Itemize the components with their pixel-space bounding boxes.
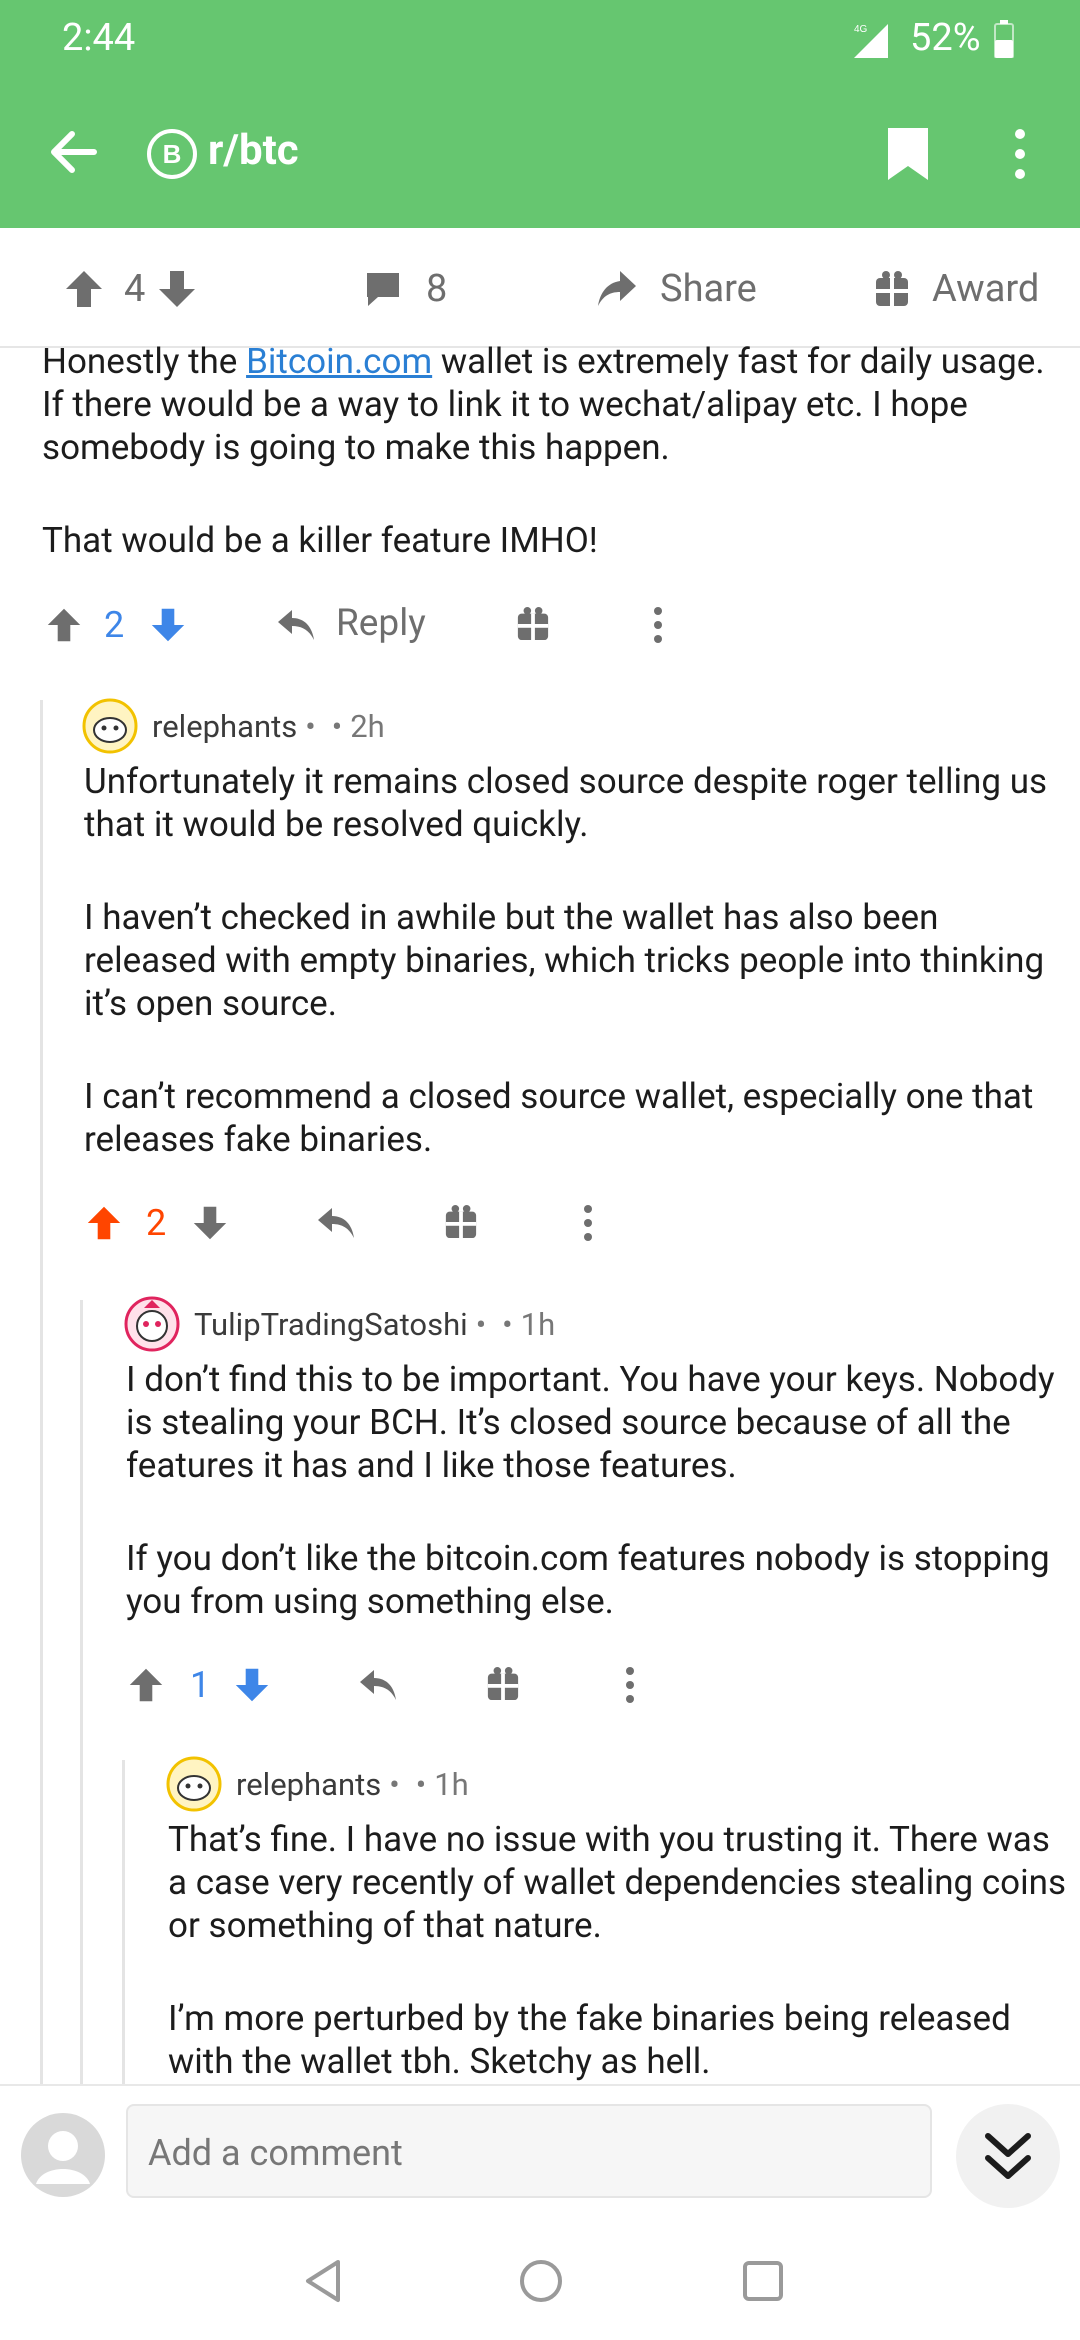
share-label: Share <box>660 267 757 311</box>
bitcoin-com-link[interactable]: Bitcoin.com <box>246 341 432 382</box>
separator-dot: • <box>502 1305 513 1343</box>
status-bar: 2:44 4G 52% <box>0 0 1080 80</box>
reply-icon[interactable] <box>358 1666 398 1704</box>
gift-icon[interactable] <box>516 606 550 642</box>
comment-time: 1h <box>434 1765 469 1803</box>
downvote-icon[interactable] <box>192 1204 228 1242</box>
chevron-double-down-icon <box>985 2133 1031 2179</box>
comment-body: Honestly the Bitcoin.com wallet is extre… <box>42 340 1062 612</box>
add-comment-input[interactable]: Add a comment <box>126 2104 932 2198</box>
comment-body: Unfortunately it remains closed source d… <box>84 760 1064 1211</box>
bookmark-icon[interactable] <box>884 126 932 182</box>
nav-back-icon[interactable] <box>298 2256 348 2306</box>
overflow-menu-icon[interactable] <box>1010 126 1030 182</box>
svg-text:B: B <box>163 139 182 169</box>
nav-home-icon[interactable] <box>516 2256 566 2306</box>
post-action-bar: 4 8 Share Award <box>0 228 1080 348</box>
vote-count: 2 <box>146 1202 167 1244</box>
comment-paragraph: Unfortunately it remains closed source d… <box>84 761 1048 845</box>
bitcoin-icon[interactable]: B <box>146 128 198 180</box>
comment-time: 2h <box>350 707 385 745</box>
share-icon <box>598 271 636 306</box>
comment-body: That’s fine. I have no issue with you tr… <box>168 1818 1068 2084</box>
award-button[interactable]: Award <box>874 264 1039 314</box>
battery-percent: 52% <box>910 16 981 60</box>
overflow-menu-icon[interactable] <box>624 1666 636 1704</box>
comment-paragraph: Honestly the Bitcoin.com wallet is extre… <box>42 341 1045 468</box>
share-button[interactable]: Share <box>596 264 757 314</box>
subreddit-title[interactable]: r/btc <box>208 126 299 175</box>
downvote-icon[interactable] <box>157 269 197 309</box>
reply-icon[interactable] <box>276 606 316 644</box>
comment-actions: 1 <box>0 1658 1080 1714</box>
comment-paragraph: I don’t find this to be important. You h… <box>126 1359 1055 1486</box>
comment-paragraph: I can’t recommend a closed source wallet… <box>84 1076 1034 1160</box>
separator-dot: • <box>331 707 343 745</box>
comment-meta: relephants • • 2h <box>82 698 385 754</box>
signal-icon: 4G <box>854 24 888 58</box>
comment-author[interactable]: TulipTradingSatoshi <box>194 1306 468 1343</box>
vote-count: 2 <box>104 604 125 646</box>
post-vote-group: 4 <box>64 264 197 314</box>
comment-author[interactable]: relephants <box>152 708 297 745</box>
thread-line <box>122 1760 125 2084</box>
battery-icon <box>994 20 1014 58</box>
vote-count: 1 <box>190 1664 211 1706</box>
separator-dot: • <box>415 1765 427 1803</box>
upvote-icon[interactable] <box>64 269 104 309</box>
status-time: 2:44 <box>62 16 136 60</box>
overflow-menu-icon[interactable] <box>652 606 664 644</box>
comment-actions: 2 Reply <box>0 598 1080 654</box>
comment-meta: TulipTradingSatoshi • • 1h <box>124 1296 555 1352</box>
upvote-icon[interactable] <box>128 1666 164 1704</box>
post-vote-count: 4 <box>124 267 146 311</box>
comment-time: 1h <box>520 1305 556 1343</box>
overflow-menu-icon[interactable] <box>582 1204 594 1242</box>
separator-dot: • <box>305 707 316 745</box>
comment-paragraph: I’m more perturbed by the fake binaries … <box>168 1998 1011 2082</box>
collapse-button[interactable] <box>956 2104 1060 2208</box>
comments-button[interactable]: 8 <box>364 264 447 314</box>
comment-body: I don’t find this to be important. You h… <box>126 1358 1066 1673</box>
downvote-icon[interactable] <box>150 606 186 644</box>
gift-icon <box>876 271 908 306</box>
comment-paragraph: I haven’t checked in awhile but the wall… <box>84 897 1045 1024</box>
system-nav-bar <box>0 2226 1080 2340</box>
app-header: 2:44 4G 52% B r/btc <box>0 0 1080 228</box>
comment-paragraph: That would be a killer feature IMHO! <box>42 520 598 561</box>
separator-dot: • <box>475 1305 487 1343</box>
comment-author[interactable]: relephants <box>236 1766 381 1803</box>
avatar[interactable] <box>82 698 138 754</box>
avatar[interactable] <box>124 1296 180 1352</box>
comment-meta: relephants • • 1h <box>166 1756 469 1812</box>
gift-icon[interactable] <box>486 1666 520 1702</box>
comment-paragraph: That’s fine. I have no issue with you tr… <box>168 1819 1067 1946</box>
award-label: Award <box>932 267 1040 311</box>
comment-actions: 2 <box>0 1196 1080 1252</box>
nav-recents-icon[interactable] <box>738 2256 788 2306</box>
user-avatar-icon[interactable] <box>20 2112 106 2198</box>
upvote-icon[interactable] <box>46 606 82 644</box>
svg-text:4G: 4G <box>854 24 868 35</box>
separator-dot: • <box>389 1765 400 1803</box>
comment-bar: Add a comment <box>0 2084 1080 2228</box>
reply-icon[interactable] <box>316 1204 356 1242</box>
thread-line <box>40 700 43 2084</box>
comment-icon <box>367 273 399 306</box>
back-arrow-icon[interactable] <box>46 124 102 180</box>
reply-button[interactable]: Reply <box>336 602 426 645</box>
avatar[interactable] <box>166 1756 222 1812</box>
comment-count: 8 <box>426 267 448 311</box>
downvote-icon[interactable] <box>234 1666 270 1704</box>
comment-paragraph: If you don’t like the bitcoin.com featur… <box>126 1538 1050 1622</box>
upvote-icon[interactable] <box>86 1204 122 1242</box>
gift-icon[interactable] <box>444 1204 478 1240</box>
